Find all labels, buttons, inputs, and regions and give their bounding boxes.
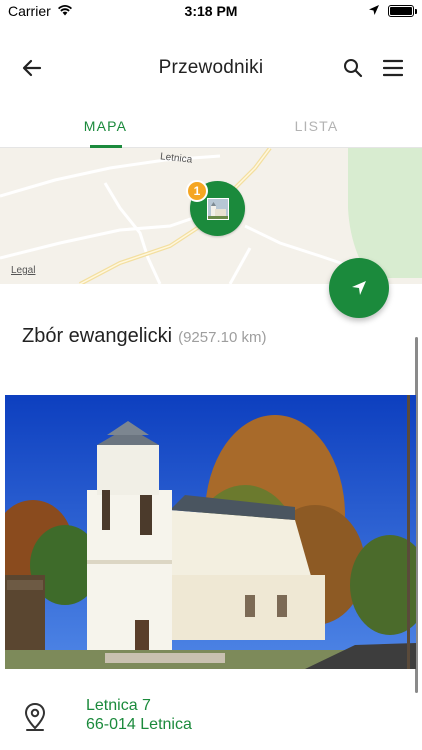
marker-thumbnail-image (206, 197, 229, 220)
menu-button[interactable] (375, 50, 411, 86)
place-header: Zbór ewangelicki (9257.10 km) (22, 325, 266, 348)
navigate-icon (352, 281, 366, 295)
status-left: Carrier (8, 3, 73, 19)
address-street-link[interactable]: Letnica 7 (86, 697, 151, 715)
tab-mapa-label: MAPA (83, 118, 128, 134)
tab-bar: MAPA LISTA (0, 108, 422, 148)
tab-lista-label: LISTA (294, 118, 339, 134)
status-bar: Carrier 3:18 PM (0, 0, 422, 22)
marker-count-badge: 1 (186, 180, 208, 202)
map-pin-icon (24, 702, 46, 731)
tab-mapa[interactable]: MAPA (0, 108, 211, 148)
search-icon (344, 59, 363, 78)
place-photo (5, 395, 416, 669)
carrier-label: Carrier (8, 3, 51, 19)
location-arrow-icon (368, 3, 380, 19)
place-distance: (9257.10 km) (178, 329, 267, 346)
wifi-icon (57, 3, 73, 19)
legal-link[interactable]: Legal (11, 265, 35, 276)
tab-lista[interactable]: LISTA (211, 108, 422, 147)
address-city-link[interactable]: 66-014 Letnica (86, 716, 192, 734)
search-button[interactable] (335, 50, 371, 86)
address-block: Letnica 7 66-014 Letnica (0, 695, 422, 745)
status-right (368, 3, 417, 19)
navigate-button[interactable] (329, 258, 389, 318)
battery-icon (388, 5, 417, 17)
app-header: Przewodniki (0, 40, 422, 96)
menu-icon (383, 59, 403, 77)
place-title: Zbór ewangelicki (22, 325, 173, 347)
